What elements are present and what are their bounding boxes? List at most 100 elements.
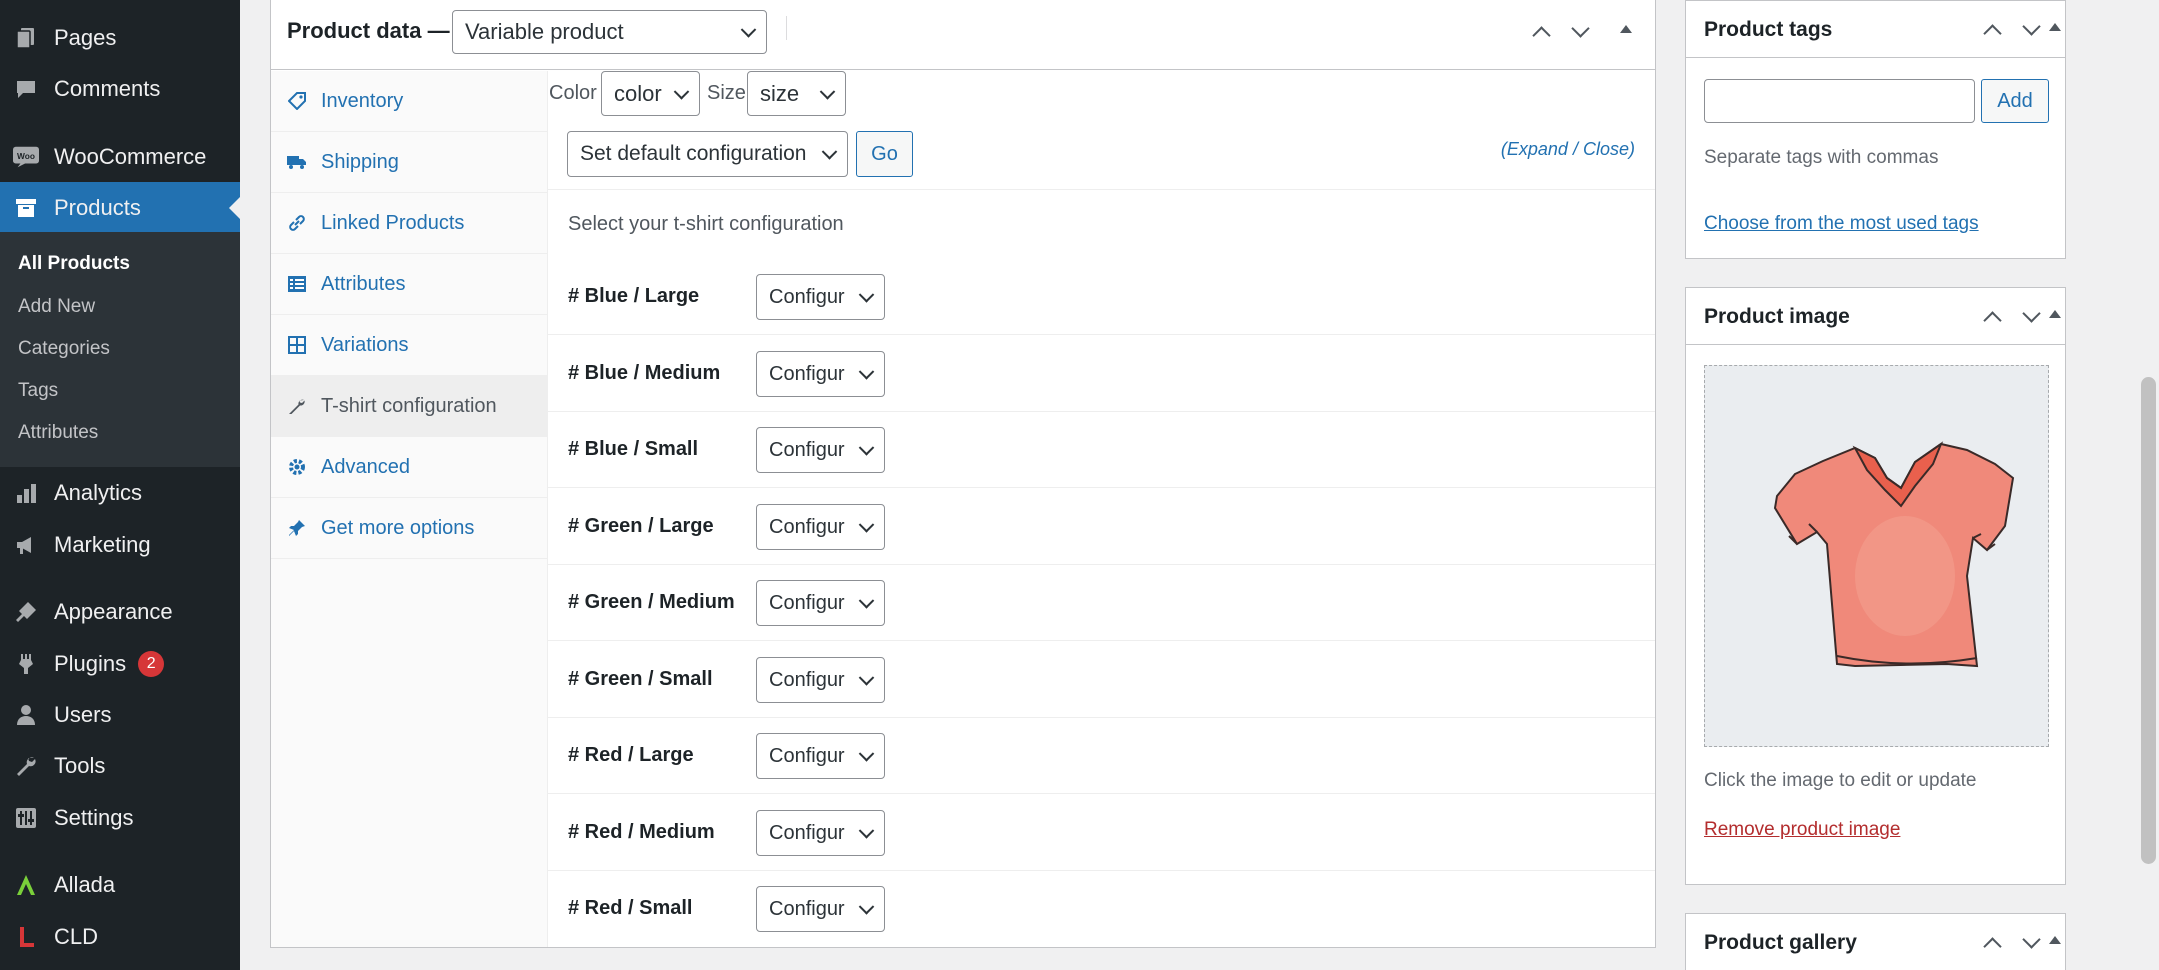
product-data-tabs: Inventory Shipping Linked Products Attri… xyxy=(271,71,548,947)
tab-label: Attributes xyxy=(321,272,406,295)
chevron-down-icon xyxy=(858,440,875,456)
product-image-header: Product image xyxy=(1686,288,2065,345)
product-type-value: Variable product xyxy=(465,19,624,44)
product-type-select[interactable]: Variable product xyxy=(452,10,767,54)
toggle-panel-icon[interactable] xyxy=(2041,302,2069,330)
product-image-title: Product image xyxy=(1704,305,1850,328)
products-icon xyxy=(13,195,39,221)
menu-item-appearance[interactable]: Appearance xyxy=(0,586,240,638)
submenu-tags[interactable]: Tags xyxy=(18,380,58,402)
configuration-select[interactable]: Configur xyxy=(756,351,885,397)
toggle-panel-icon[interactable] xyxy=(1612,17,1640,45)
move-down-icon[interactable] xyxy=(1566,17,1594,45)
toggle-panel-icon[interactable] xyxy=(2041,15,2069,43)
configuration-select[interactable]: Configur xyxy=(756,274,885,320)
tab-attributes[interactable]: Attributes xyxy=(271,254,548,315)
product-gallery-box: Product gallery xyxy=(1685,913,2066,970)
menu-label: Pages xyxy=(54,25,117,50)
go-button[interactable]: Go xyxy=(856,131,913,177)
product-data-panel: Product data — Variable product Inventor… xyxy=(270,0,1656,948)
scrollbar-thumb[interactable] xyxy=(2141,377,2156,864)
menu-item-products[interactable]: Products xyxy=(0,182,240,234)
configuration-select[interactable]: Configur xyxy=(756,810,885,856)
menu-item-pages[interactable]: Pages xyxy=(0,12,240,64)
product-data-title: Product data — xyxy=(287,18,450,43)
configuration-select[interactable]: Configur xyxy=(756,733,885,779)
tab-shipping[interactable]: Shipping xyxy=(271,132,548,193)
move-up-icon[interactable] xyxy=(1527,17,1555,45)
update-count-badge: 2 xyxy=(138,651,165,677)
tab-label: Variations xyxy=(321,333,409,356)
product-tags-header: Product tags xyxy=(1686,1,2065,58)
tab-tshirt-configuration[interactable]: T-shirt configuration xyxy=(271,376,548,437)
menu-item-analytics[interactable]: Analytics xyxy=(0,467,240,519)
choose-most-used-tags-link[interactable]: Choose from the most used tags xyxy=(1704,213,1979,235)
svg-text:Woo: Woo xyxy=(17,151,35,161)
tab-get-more-options[interactable]: Get more options xyxy=(271,498,548,559)
submenu-add-new[interactable]: Add New xyxy=(18,296,95,318)
move-up-icon[interactable] xyxy=(1978,15,2006,43)
menu-item-cld[interactable]: CLD xyxy=(0,911,240,963)
product-tags-title: Product tags xyxy=(1704,18,1833,41)
menu-label: WooCommerce xyxy=(54,144,207,169)
bulk-action-value: Set default configuration xyxy=(580,142,807,165)
tab-advanced[interactable]: Advanced xyxy=(271,437,548,498)
config-row: # Green / Large Configur xyxy=(548,489,1655,565)
settings-icon xyxy=(13,805,39,831)
tab-inventory[interactable]: Inventory xyxy=(271,71,548,132)
toggle-panel-icon[interactable] xyxy=(2041,928,2069,956)
submenu-all-products[interactable]: All Products xyxy=(18,253,130,275)
remove-product-image-link[interactable]: Remove product image xyxy=(1704,819,1900,841)
tab-variations[interactable]: Variations xyxy=(271,315,548,376)
color-filter-value: color xyxy=(614,80,662,106)
menu-label: Users xyxy=(54,702,112,727)
configuration-select[interactable]: Configur xyxy=(756,580,885,626)
tab-linked-products[interactable]: Linked Products xyxy=(271,193,548,254)
configuration-value: Configur xyxy=(769,668,845,691)
chevron-down-icon xyxy=(858,746,875,762)
new-tag-input[interactable] xyxy=(1704,79,1975,123)
menu-item-comments[interactable]: Comments xyxy=(0,63,240,115)
expand-close-links: (Expand / Close) xyxy=(1500,139,1635,159)
configuration-select[interactable]: Configur xyxy=(756,886,885,932)
row-name: # Blue / Small xyxy=(568,438,699,460)
size-filter-label: Size xyxy=(707,82,746,104)
allada-icon xyxy=(13,872,39,898)
product-tags-box: Product tags Add Separate tags with comm… xyxy=(1685,0,2066,259)
configuration-select[interactable]: Configur xyxy=(756,657,885,703)
color-filter-select[interactable]: color xyxy=(601,71,700,116)
size-filter-select[interactable]: size xyxy=(747,71,846,116)
tab-label: T-shirt configuration xyxy=(321,394,497,417)
move-up-icon[interactable] xyxy=(1978,928,2006,956)
menu-item-users[interactable]: Users xyxy=(0,689,240,741)
move-up-icon[interactable] xyxy=(1978,302,2006,330)
appearance-icon xyxy=(13,599,39,625)
close-link[interactable]: Close xyxy=(1583,139,1629,159)
add-tag-button[interactable]: Add xyxy=(1981,79,2049,123)
row-name: # Green / Large xyxy=(568,515,714,537)
menu-item-woocommerce[interactable]: Woo WooCommerce xyxy=(0,131,240,183)
submenu-attributes[interactable]: Attributes xyxy=(18,422,98,444)
link-icon xyxy=(287,213,307,233)
menu-item-tools[interactable]: Tools xyxy=(0,740,240,792)
page-scrollbar[interactable] xyxy=(2138,0,2159,970)
configuration-value: Configur xyxy=(769,515,845,538)
menu-item-allada[interactable]: Allada xyxy=(0,859,240,911)
product-data-header: Product data — Variable product xyxy=(271,0,1655,70)
menu-label: Appearance xyxy=(54,599,173,624)
submenu-categories[interactable]: Categories xyxy=(18,338,110,360)
color-filter-label: Color xyxy=(549,82,597,104)
config-row: # Red / Small Configur xyxy=(548,871,1655,947)
configuration-select[interactable]: Configur xyxy=(756,504,885,550)
menu-item-plugins[interactable]: Plugins 2 xyxy=(0,638,240,690)
product-image-thumbnail[interactable] xyxy=(1704,365,2049,747)
menu-item-marketing[interactable]: Marketing xyxy=(0,519,240,571)
row-name: # Red / Medium xyxy=(568,821,715,843)
bulk-action-select[interactable]: Set default configuration xyxy=(567,131,848,177)
configuration-description: Select your t-shirt configuration xyxy=(568,213,844,235)
config-row: # Green / Medium Configur xyxy=(548,565,1655,641)
config-row: # Blue / Medium Configur xyxy=(548,336,1655,412)
menu-item-settings[interactable]: Settings xyxy=(0,792,240,844)
configuration-select[interactable]: Configur xyxy=(756,427,885,473)
expand-link[interactable]: Expand xyxy=(1507,139,1568,159)
